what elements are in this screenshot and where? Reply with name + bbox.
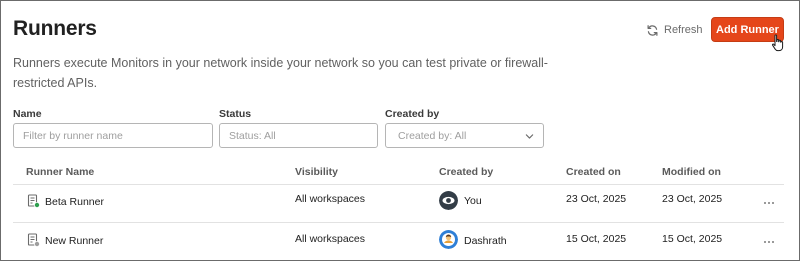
more-options-icon[interactable] (764, 202, 774, 206)
status-filter-select[interactable]: Status: All (219, 123, 378, 148)
created-by-filter-select[interactable]: Created by: All (385, 123, 544, 148)
status-dot (34, 240, 40, 247)
column-header-modified-on: Modified on (662, 166, 721, 178)
name-filter-input[interactable]: Filter by runner name (13, 123, 213, 148)
column-header-runner-name: Runner Name (26, 166, 95, 178)
runners-page: Runners Runners execute Monitors in your… (0, 0, 800, 261)
chevron-down-icon (525, 134, 534, 139)
runner-online-icon (27, 194, 40, 208)
status-filter-value: Status: All (229, 129, 276, 142)
column-header-visibility: Visibility (295, 166, 338, 178)
status-filter-label: Status (219, 108, 252, 120)
modified-on-cell: 23 Oct, 2025 (662, 193, 723, 205)
runner-name-link[interactable]: Beta Runner (45, 196, 104, 208)
avatar (439, 191, 458, 210)
column-header-created-by: Created by (439, 166, 494, 178)
hand-cursor-icon (771, 34, 784, 52)
column-header-created-on: Created on (566, 166, 621, 178)
more-options-icon[interactable] (764, 241, 774, 245)
refresh-icon (647, 24, 658, 36)
created-by-cell: Dashrath (464, 235, 507, 247)
modified-on-cell: 15 Oct, 2025 (662, 233, 723, 245)
created-by-filter-label: Created by (385, 108, 440, 120)
refresh-button[interactable]: Refresh (646, 21, 703, 39)
visibility-cell: All workspaces (295, 193, 366, 205)
created-on-cell: 15 Oct, 2025 (566, 233, 627, 245)
table-divider (13, 184, 784, 185)
created-on-cell: 23 Oct, 2025 (566, 193, 627, 205)
created-by-filter-value: Created by: All (398, 129, 467, 142)
runner-offline-icon (27, 233, 40, 247)
name-filter-label: Name (13, 108, 42, 120)
page-description: Runners execute Monitors in your network… (13, 56, 548, 90)
runner-name-link[interactable]: New Runner (45, 235, 103, 247)
refresh-label: Refresh (664, 24, 703, 36)
table-divider (13, 222, 784, 223)
page-title: Runners (13, 17, 97, 40)
avatar (439, 230, 458, 249)
created-by-cell: You (464, 195, 482, 207)
status-dot (34, 201, 40, 208)
visibility-cell: All workspaces (295, 233, 366, 245)
